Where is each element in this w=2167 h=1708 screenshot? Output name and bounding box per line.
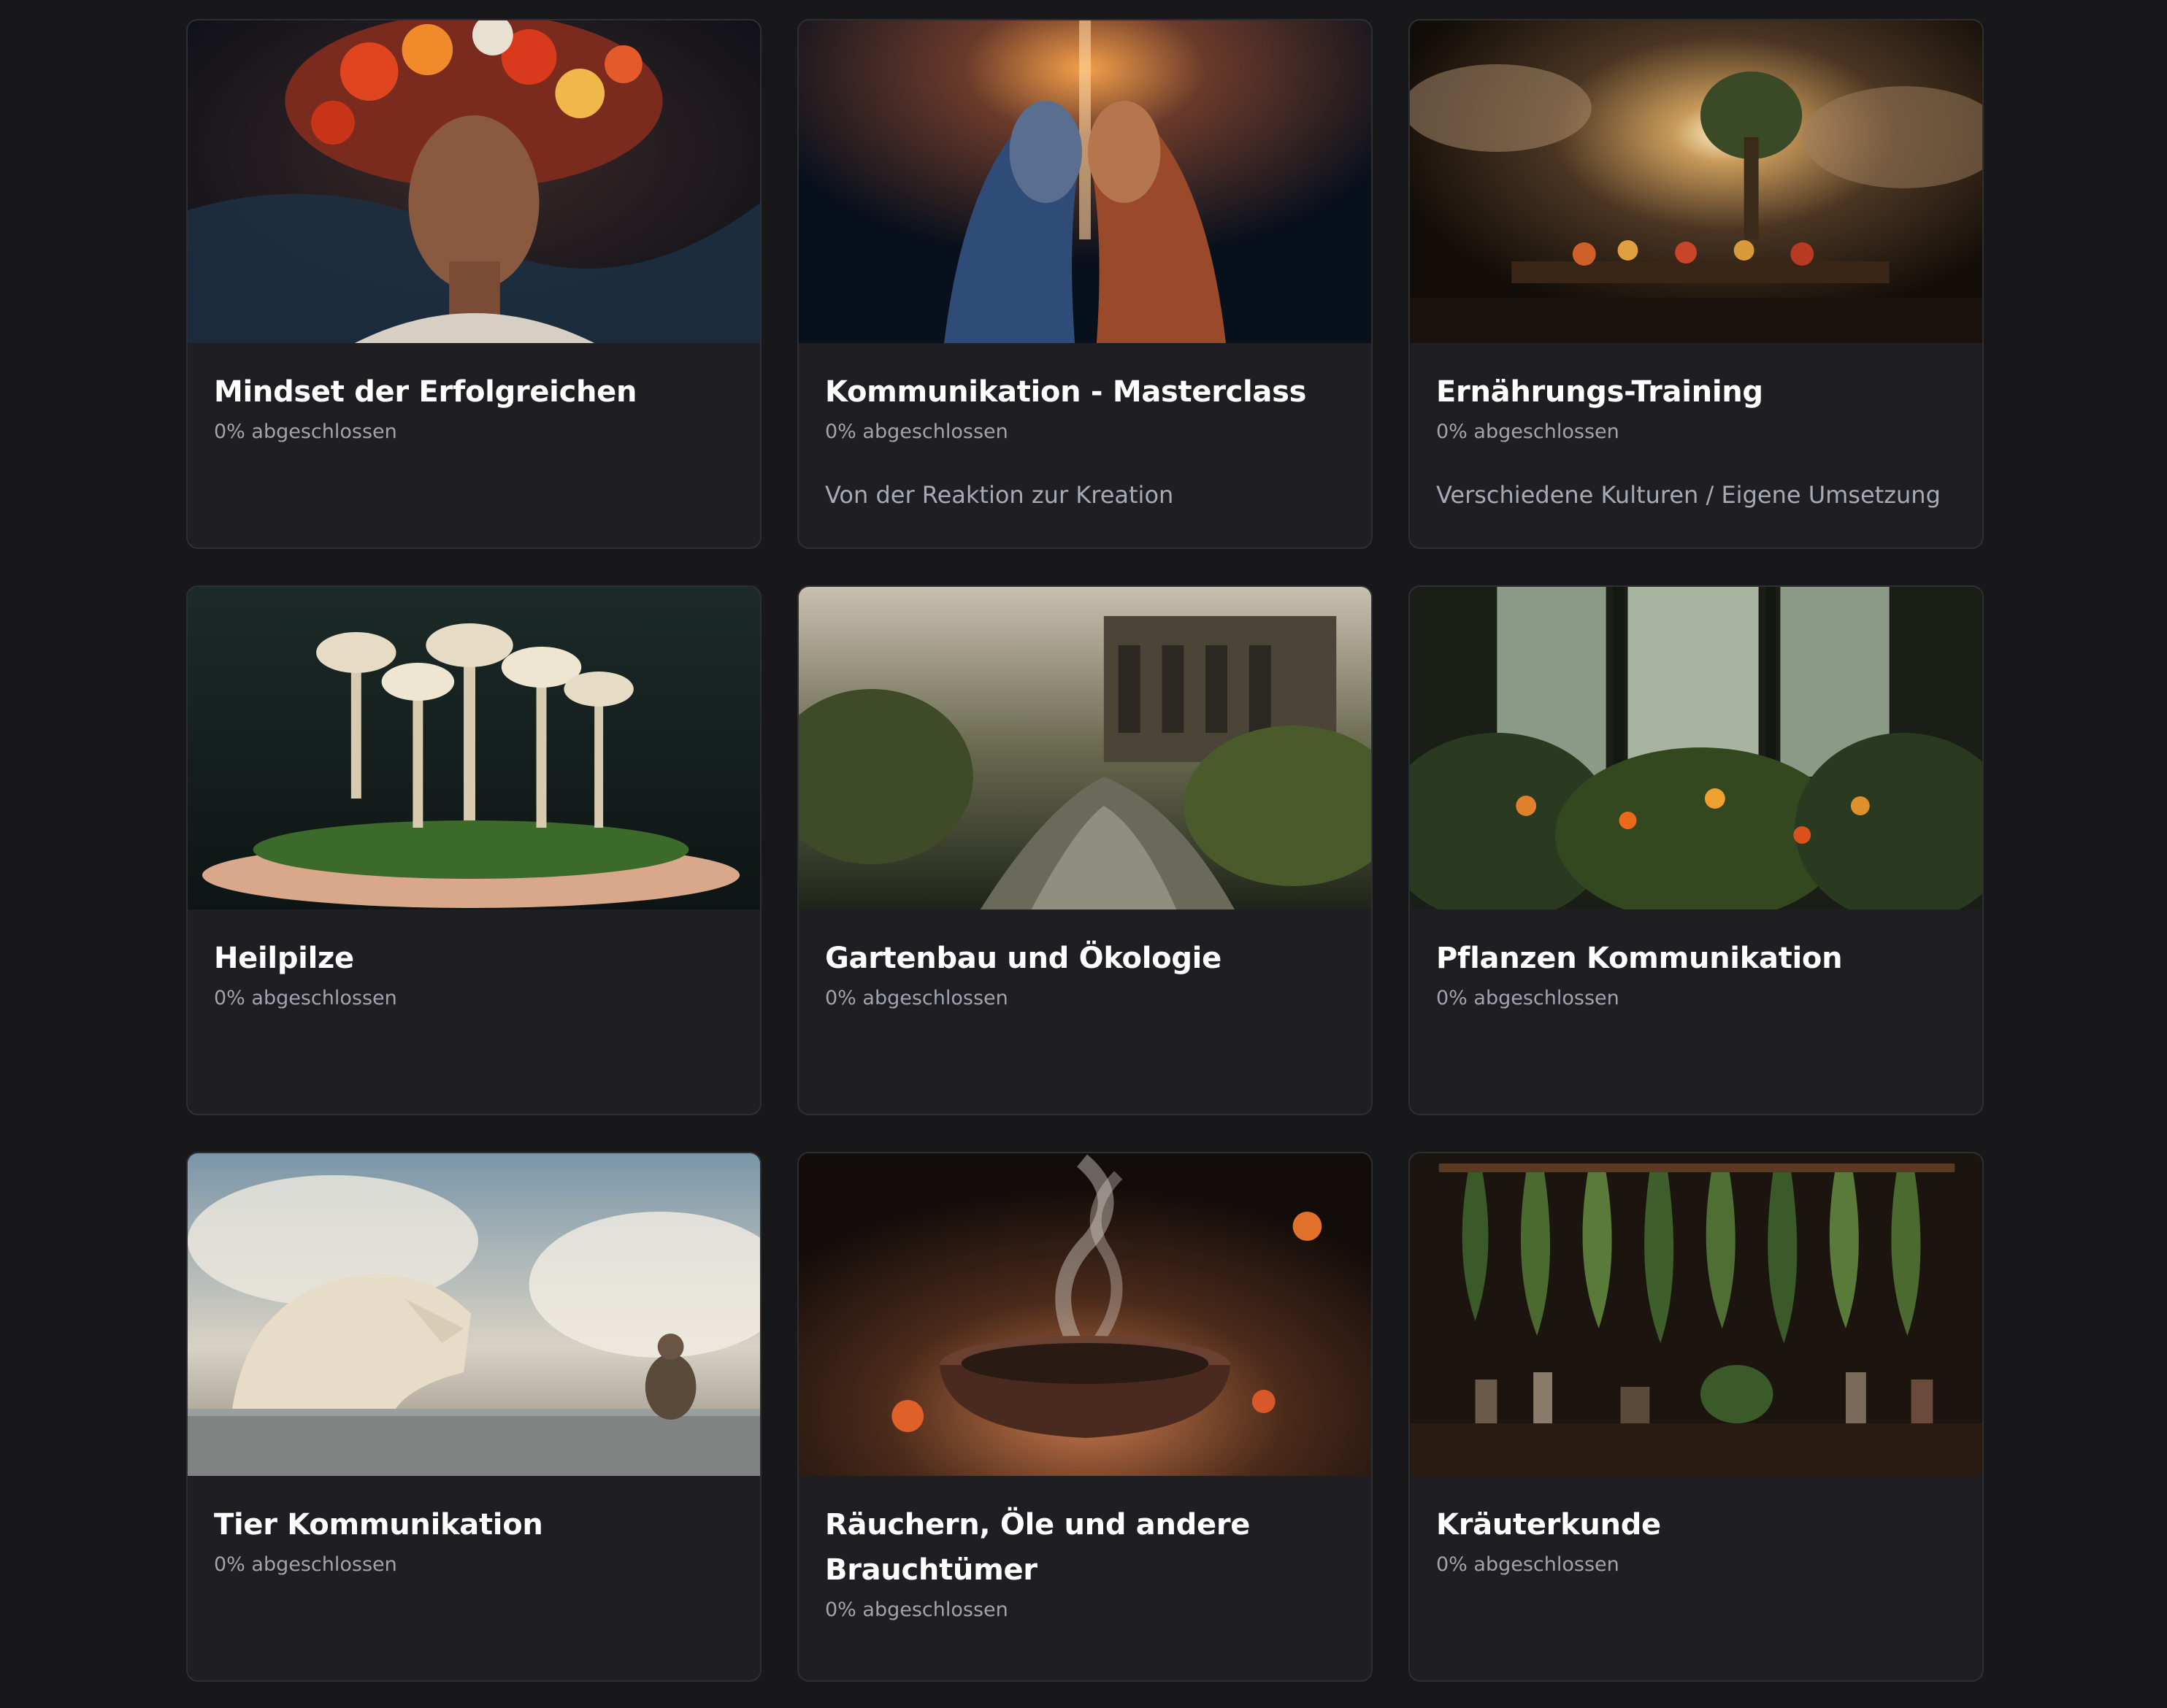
woman-flowers-image[interactable] — [188, 20, 760, 343]
course-title[interactable]: Ernährungs-Training — [1436, 369, 1956, 415]
two-faces-image[interactable] — [799, 20, 1371, 343]
course-title[interactable]: Kräuterkunde — [1436, 1502, 1956, 1547]
garden-pond-image[interactable] — [799, 587, 1371, 909]
course-progress: 0% abgeschlossen — [825, 1599, 1008, 1621]
greenhouse-plants-image[interactable] — [1410, 587, 1982, 909]
course-title[interactable]: Mindset der Erfolgreichen — [214, 369, 734, 415]
course-card[interactable]: Tier Kommunikation 0% abgeschlossen — [186, 1152, 762, 1682]
course-card[interactable]: Pflanzen Kommunikation 0% abgeschlossen — [1408, 585, 1984, 1115]
course-progress: 0% abgeschlossen — [1436, 1553, 1619, 1576]
course-progress: 0% abgeschlossen — [1436, 987, 1619, 1009]
course-progress: 0% abgeschlossen — [214, 987, 397, 1009]
course-title[interactable]: Räuchern, Öle und andere Brauchtümer — [825, 1502, 1345, 1593]
course-progress: 0% abgeschlossen — [1436, 420, 1619, 443]
course-title[interactable]: Heilpilze — [214, 936, 734, 981]
course-card[interactable]: Heilpilze 0% abgeschlossen — [186, 585, 762, 1115]
course-title[interactable]: Tier Kommunikation — [214, 1502, 734, 1547]
hanging-herbs-image[interactable] — [1410, 1153, 1982, 1476]
mushrooms-image[interactable] — [188, 587, 760, 909]
food-table-image[interactable] — [1410, 20, 1982, 343]
course-description: Von der Reaktion zur Kreation — [825, 481, 1174, 509]
incense-bowl-image[interactable] — [799, 1153, 1371, 1476]
course-card[interactable]: Ernährungs-Training 0% abgeschlossen Ver… — [1408, 19, 1984, 549]
course-progress: 0% abgeschlossen — [214, 1553, 397, 1576]
course-card[interactable]: Kräuterkunde 0% abgeschlossen — [1408, 1152, 1984, 1682]
course-card[interactable]: Gartenbau und Ökologie 0% abgeschlossen — [797, 585, 1373, 1115]
course-progress: 0% abgeschlossen — [214, 420, 397, 443]
course-grid: Mindset der Erfolgreichen 0% abgeschloss… — [186, 19, 1984, 1682]
course-progress: 0% abgeschlossen — [825, 987, 1008, 1009]
course-title[interactable]: Pflanzen Kommunikation — [1436, 936, 1956, 981]
course-card[interactable]: Mindset der Erfolgreichen 0% abgeschloss… — [186, 19, 762, 549]
course-card[interactable]: Kommunikation - Masterclass 0% abgeschlo… — [797, 19, 1373, 549]
course-progress: 0% abgeschlossen — [825, 420, 1008, 443]
course-card[interactable]: Räuchern, Öle und andere Brauchtümer 0% … — [797, 1152, 1373, 1682]
course-title[interactable]: Gartenbau und Ökologie — [825, 936, 1345, 981]
wolf-man-image[interactable] — [188, 1153, 760, 1476]
course-description: Verschiedene Kulturen / Eigene Umsetzung — [1436, 481, 1941, 509]
course-title[interactable]: Kommunikation - Masterclass — [825, 369, 1345, 415]
